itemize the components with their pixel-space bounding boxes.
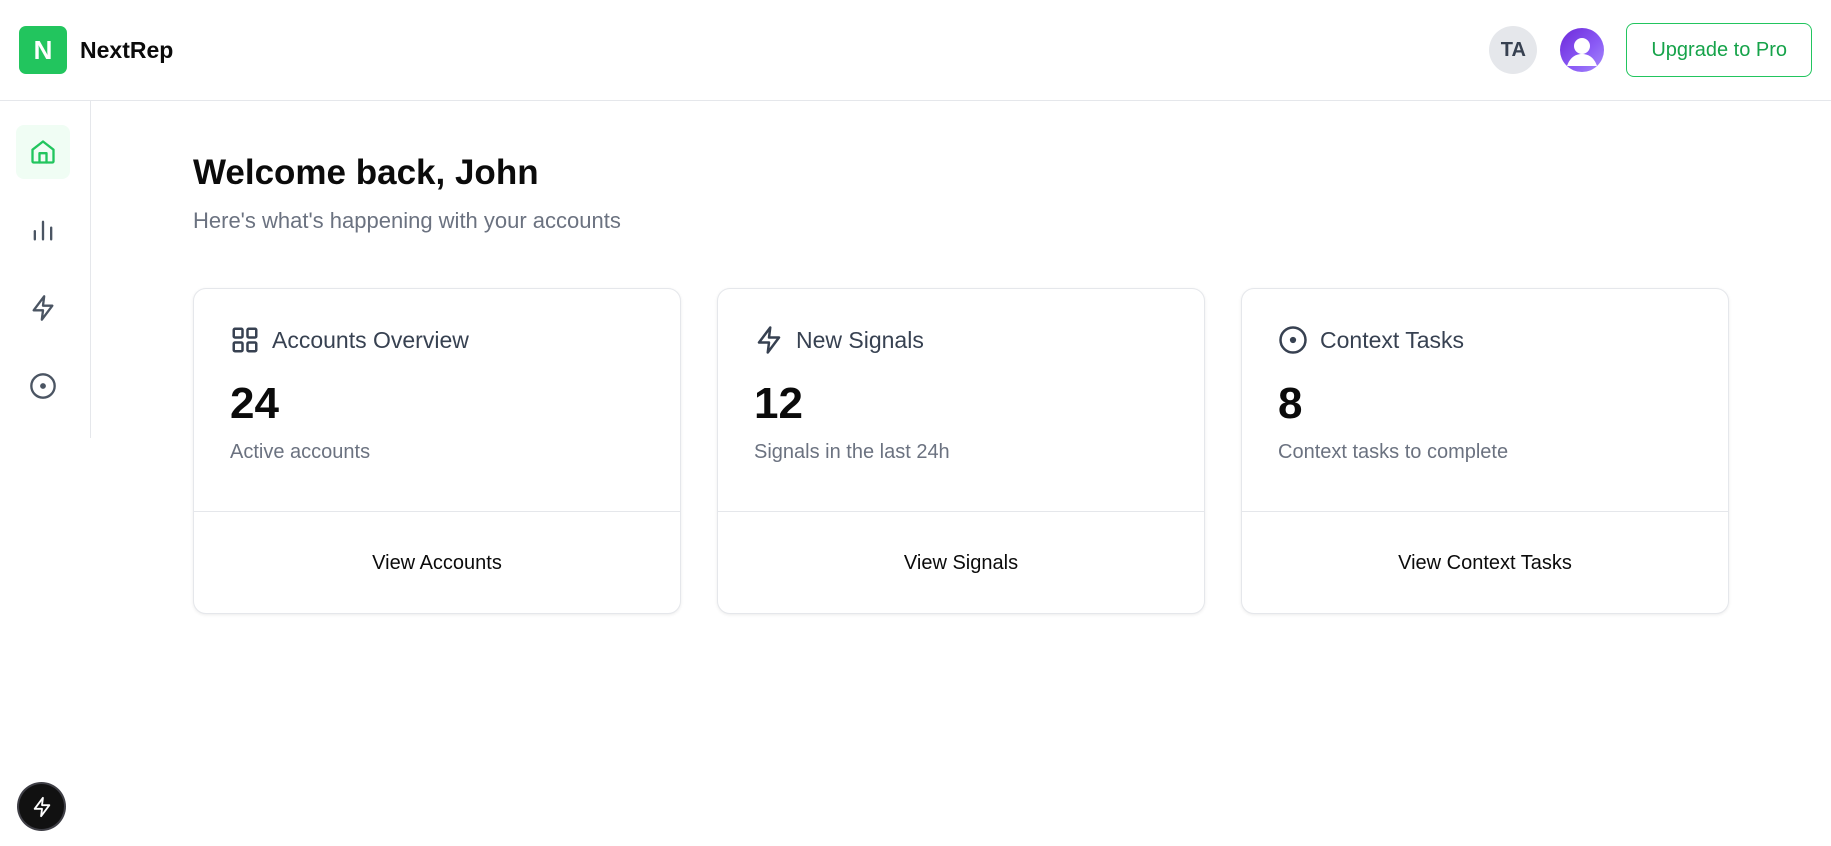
- target-icon: [30, 373, 56, 399]
- header-actions: TA Upgrade to Pro: [1489, 23, 1812, 77]
- card-value: 12: [754, 379, 803, 428]
- upgrade-to-pro-button[interactable]: Upgrade to Pro: [1626, 23, 1812, 77]
- card-body: New Signals 12 Signals in the last 24h: [718, 289, 1204, 512]
- card-body: Accounts Overview 24 Active accounts: [194, 289, 680, 512]
- card-title: New Signals: [796, 326, 924, 353]
- grid-icon: [232, 327, 258, 353]
- card-description: Signals in the last 24h: [754, 441, 950, 463]
- card-header: New Signals: [754, 325, 1168, 355]
- card-context-tasks: Context Tasks 8 Context tasks to complet…: [1241, 288, 1729, 614]
- sidebar-item-signals[interactable]: [16, 281, 70, 335]
- sidebar-item-analytics[interactable]: [16, 203, 70, 257]
- summary-cards: Accounts Overview 24 Active accounts Vie…: [193, 288, 1765, 614]
- view-signals-button[interactable]: View Signals: [718, 512, 1204, 613]
- card-value: 8: [1278, 379, 1303, 428]
- view-context-tasks-button[interactable]: View Context Tasks: [1242, 512, 1728, 613]
- app-logo: N: [19, 26, 67, 74]
- page-subtitle: Here's what's happening with your accoun…: [193, 208, 621, 233]
- user-icon: [1567, 38, 1598, 66]
- card-description: Context tasks to complete: [1278, 441, 1509, 463]
- card-header: Accounts Overview: [230, 325, 644, 355]
- brand[interactable]: N NextRep: [19, 26, 173, 74]
- card-title: Context Tasks: [1320, 326, 1465, 353]
- top-header: N NextRep TA Upgrade to Pro: [0, 0, 1831, 101]
- card-title: Accounts Overview: [272, 326, 469, 353]
- view-accounts-button[interactable]: View Accounts: [194, 512, 680, 613]
- card-accounts-overview: Accounts Overview 24 Active accounts Vie…: [193, 288, 681, 614]
- bar-chart-icon: [33, 220, 53, 241]
- target-icon: [1279, 326, 1307, 354]
- home-icon: [31, 140, 55, 164]
- lightning-icon: [32, 295, 54, 321]
- lightning-icon: [33, 796, 50, 817]
- card-body: Context Tasks 8 Context tasks to complet…: [1242, 289, 1728, 512]
- main-content: Welcome back, John Here's what's happeni…: [193, 151, 1733, 614]
- card-description: Active accounts: [230, 441, 371, 463]
- card-value: 24: [230, 379, 279, 428]
- card-header: Context Tasks: [1278, 325, 1692, 355]
- page-title: Welcome back, John: [193, 153, 539, 192]
- sidebar-item-tasks[interactable]: [16, 359, 70, 413]
- card-new-signals: New Signals 12 Signals in the last 24h V…: [717, 288, 1205, 614]
- lightning-icon: [757, 326, 781, 354]
- sidebar: [0, 101, 91, 438]
- user-initials-avatar[interactable]: TA: [1489, 26, 1538, 74]
- brand-name: NextRep: [80, 36, 174, 63]
- user-avatar[interactable]: [1560, 28, 1605, 72]
- sidebar-item-home[interactable]: [16, 125, 70, 179]
- dev-tools-button[interactable]: [19, 784, 64, 829]
